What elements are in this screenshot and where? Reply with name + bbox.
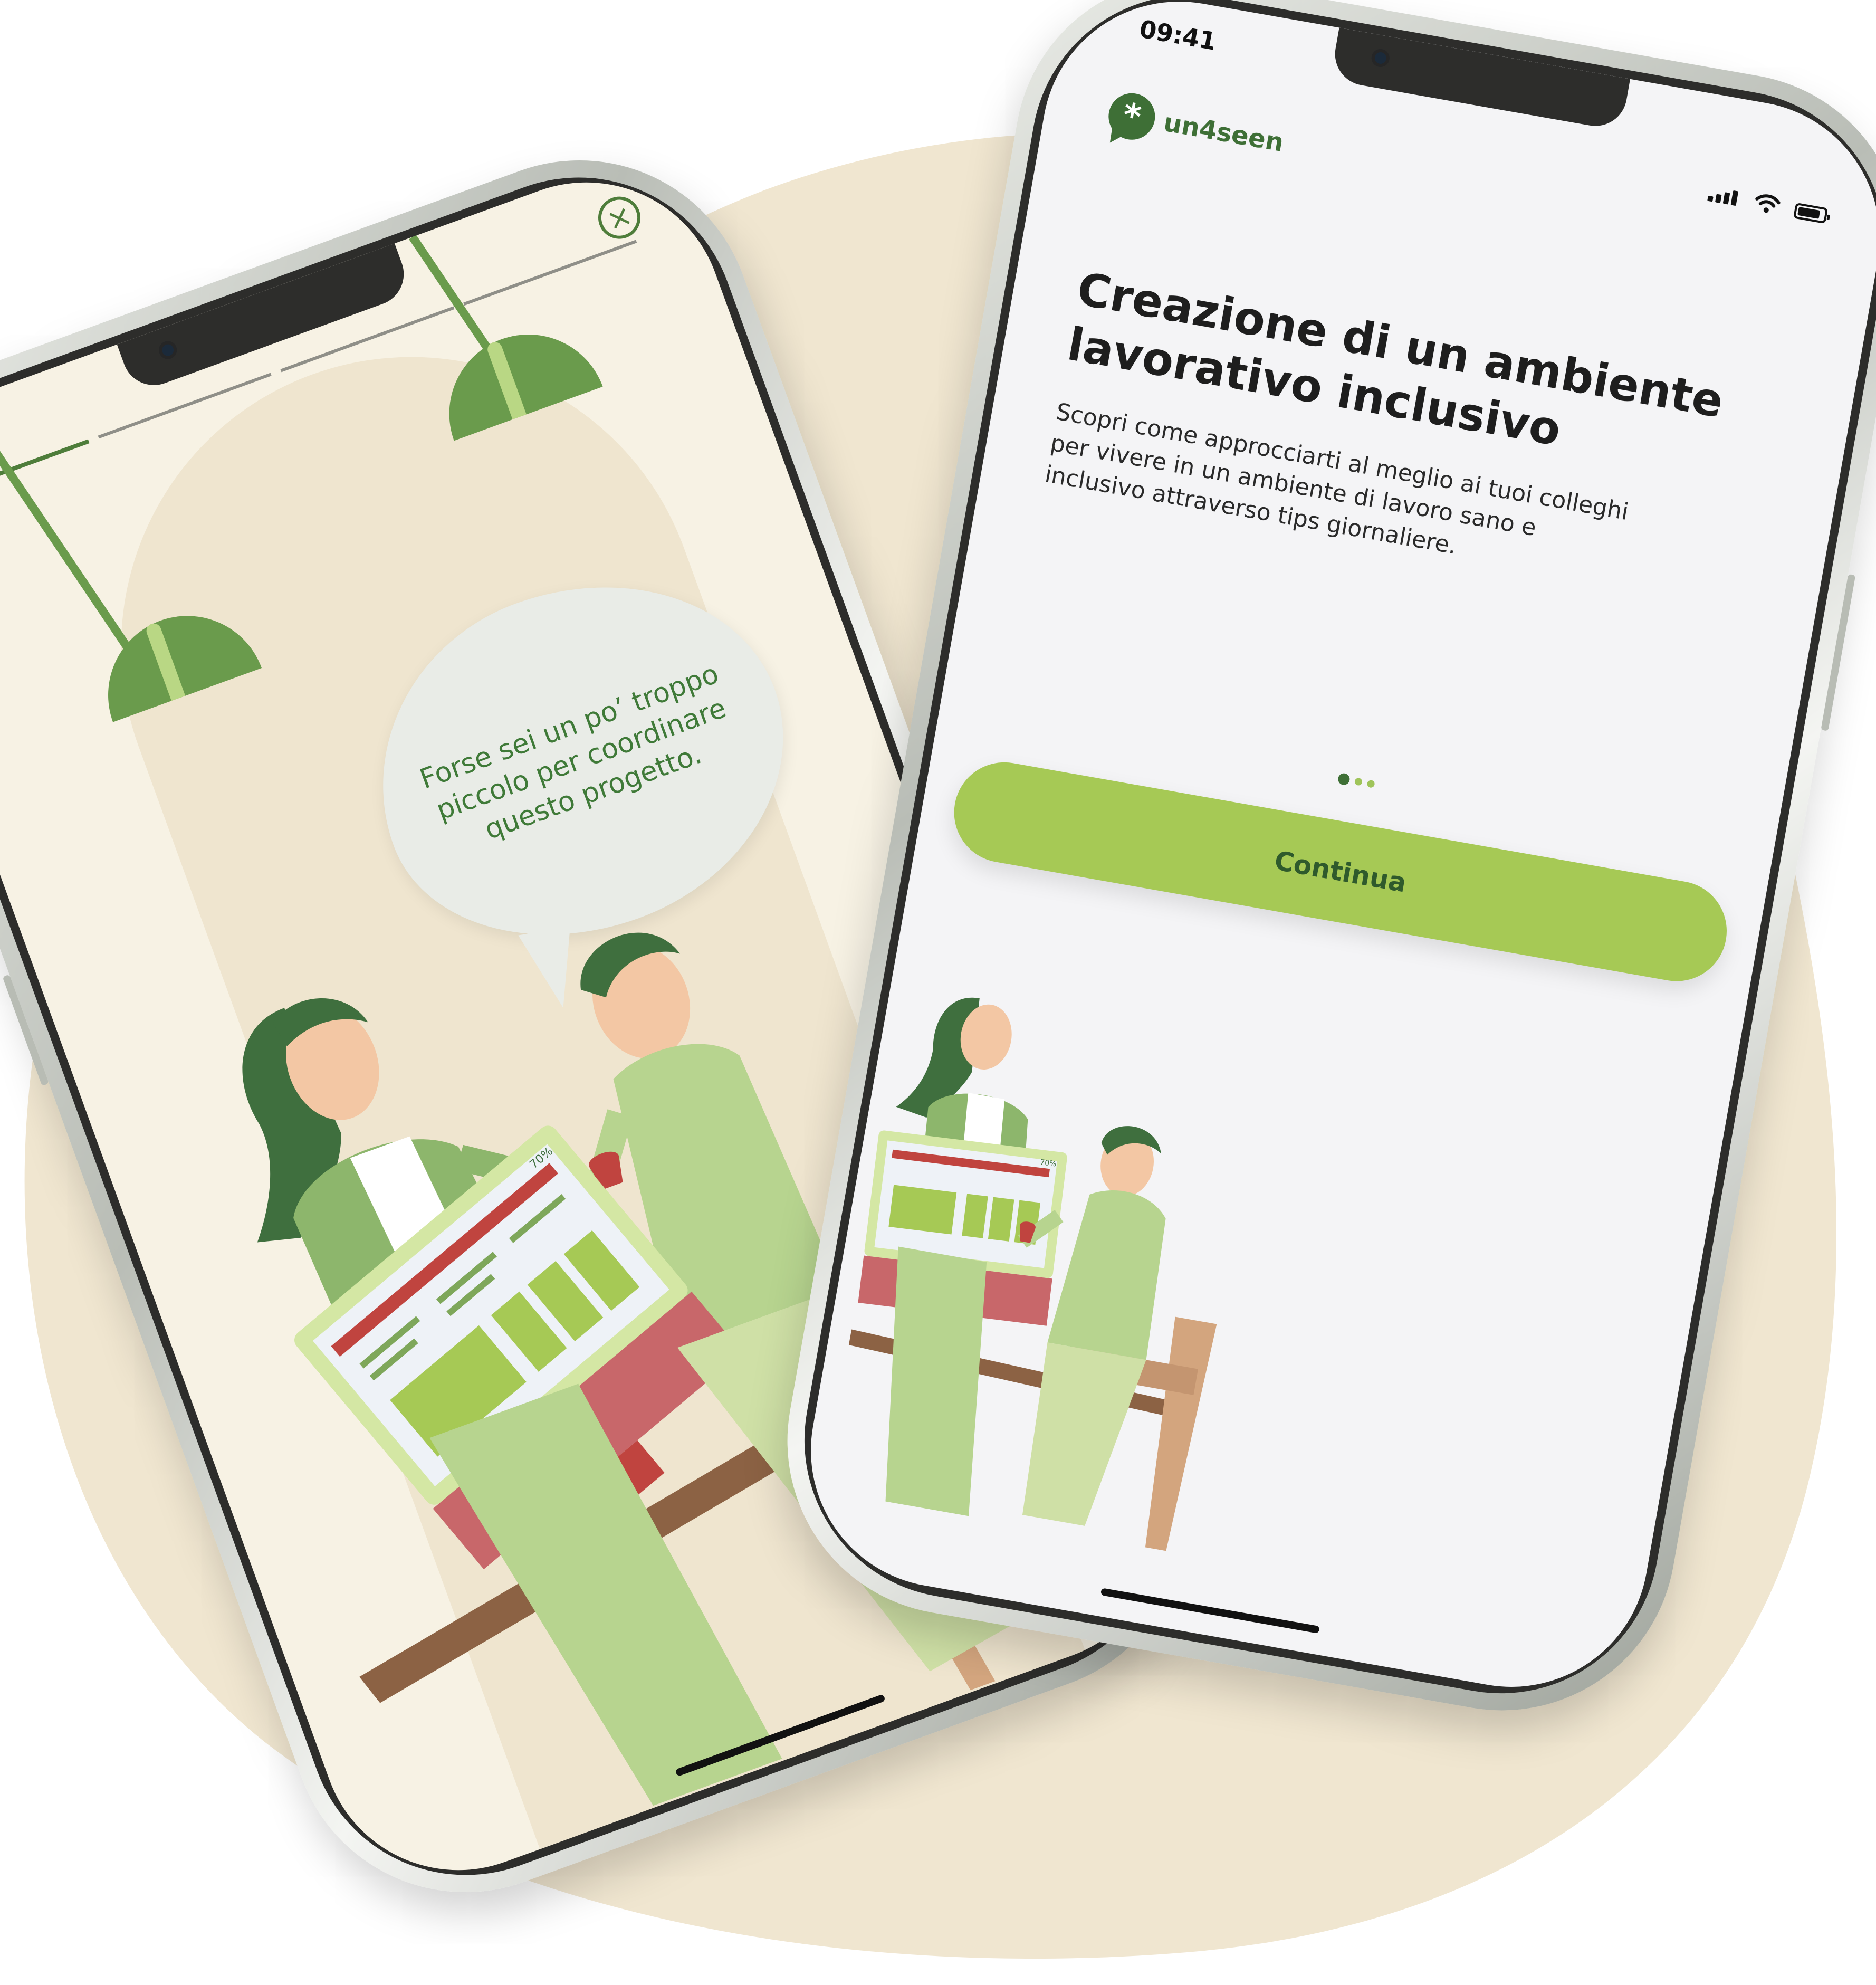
mockup-stage: × Forse sei un po’ troppo piccolo per co…	[0, 0, 1876, 1985]
close-circle-icon: ×	[602, 197, 637, 238]
page-dot-2[interactable]	[1354, 777, 1363, 786]
wifi-icon	[1755, 194, 1781, 213]
battery-icon	[1793, 202, 1829, 224]
front-camera	[156, 338, 179, 362]
brand-logo: * un4seen	[1105, 89, 1287, 166]
status-icons	[1707, 184, 1829, 224]
page-dot-1[interactable]	[1337, 772, 1351, 786]
progress-segment-4	[463, 240, 637, 306]
close-button[interactable]: ×	[592, 190, 647, 245]
front-camera	[1370, 47, 1391, 69]
speech-bubble-text: Forse sei un po’ troppo piccolo per coor…	[416, 657, 731, 846]
cellular-signal-icon	[1707, 186, 1741, 208]
continue-button[interactable]: Continua	[946, 754, 1735, 989]
lamp-cord-right	[409, 234, 493, 354]
office-illustration-small: 70%	[848, 997, 1217, 1551]
status-time: 09:41	[1137, 14, 1219, 56]
page-dot-3[interactable]	[1366, 779, 1375, 788]
asterisk-chat-icon: *	[1105, 89, 1159, 144]
brand-name: un4seen	[1161, 107, 1286, 158]
